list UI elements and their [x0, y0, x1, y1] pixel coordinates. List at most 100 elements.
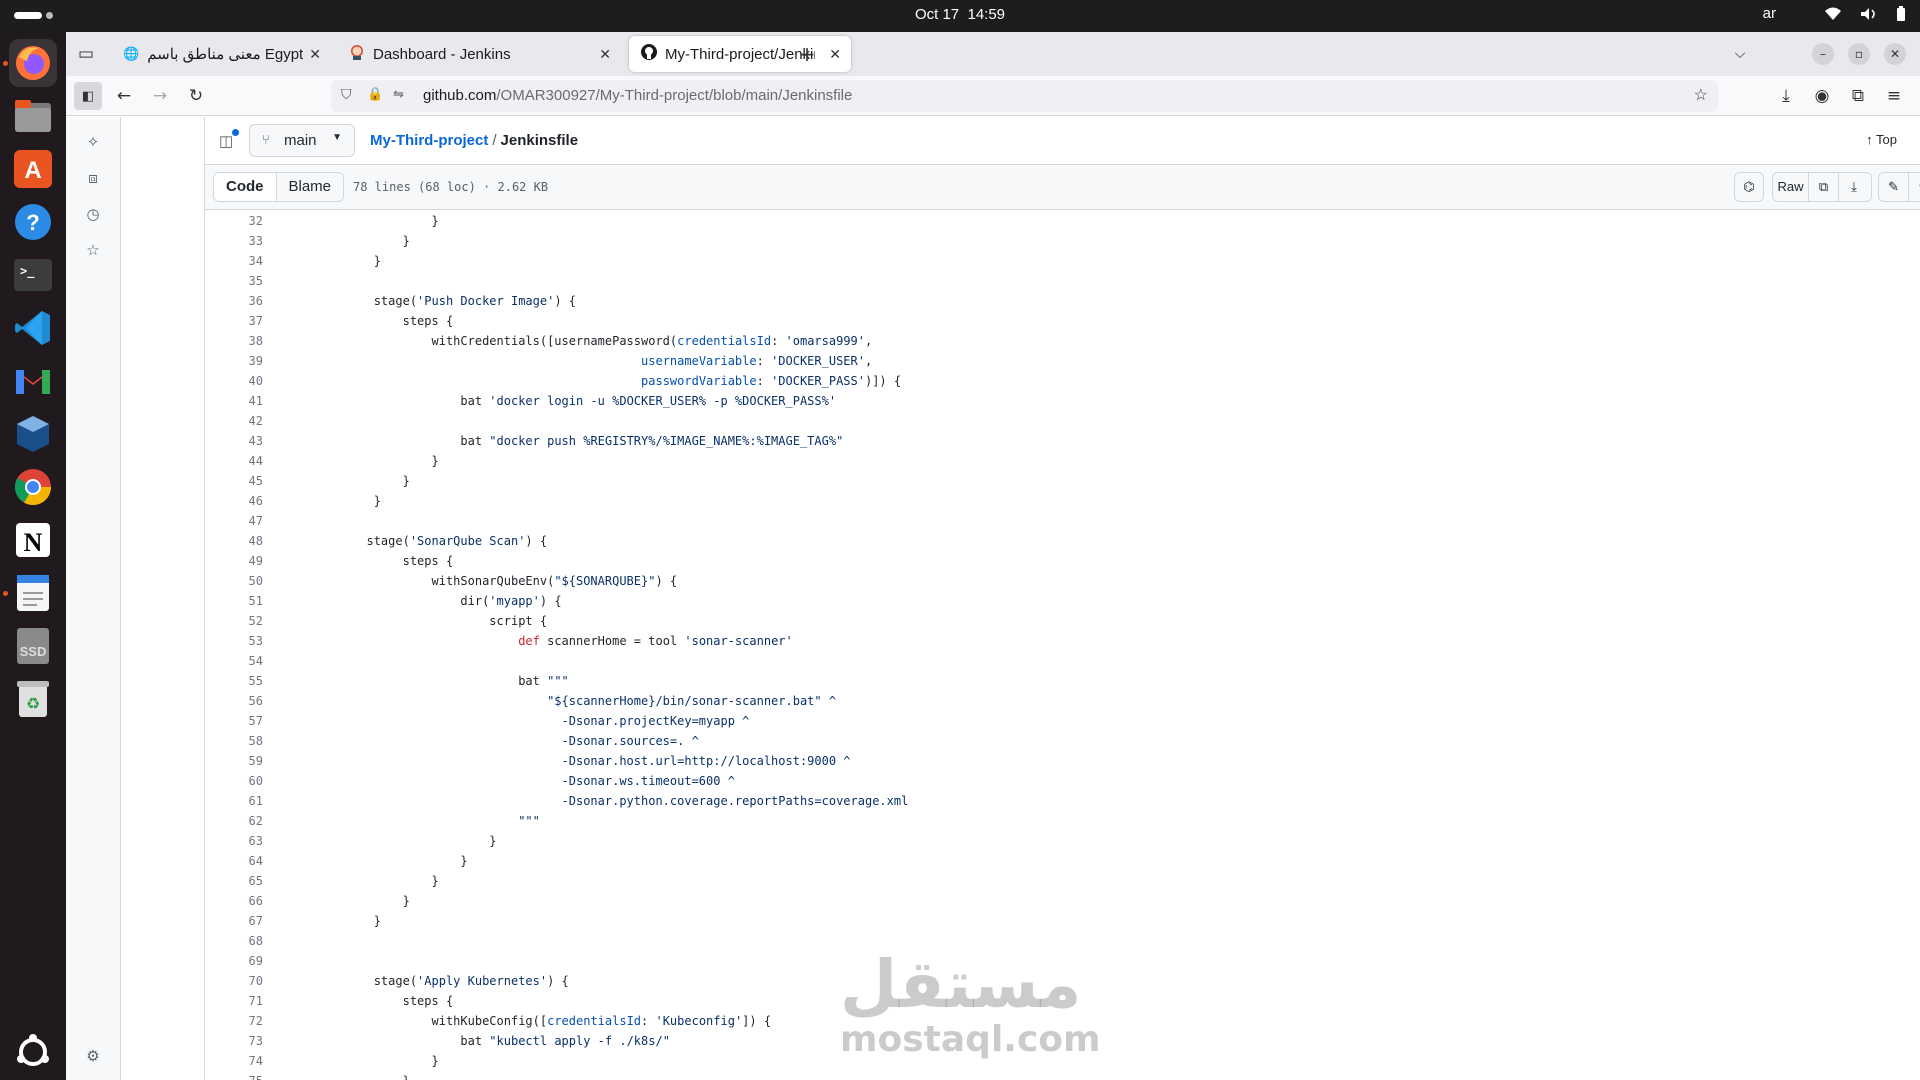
- line-number[interactable]: 36: [205, 291, 263, 311]
- dock-virtualbox-icon[interactable]: [9, 410, 57, 458]
- line-number[interactable]: 33: [205, 231, 263, 251]
- ai-chat-icon[interactable]: ✧: [82, 131, 104, 153]
- line-number[interactable]: 58: [205, 731, 263, 751]
- input-language[interactable]: ar: [1763, 5, 1776, 22]
- line-number[interactable]: 54: [205, 651, 263, 671]
- download-icon[interactable]: ⤓: [1839, 173, 1869, 201]
- clock[interactable]: Oct 17 14:59: [0, 6, 1920, 23]
- dock-terminal-icon[interactable]: >_: [9, 251, 57, 299]
- line-number[interactable]: 48: [205, 531, 263, 551]
- close-tab-icon[interactable]: ✕: [829, 46, 841, 63]
- line-number[interactable]: 35: [205, 271, 263, 291]
- maximize-button[interactable]: ▫: [1848, 43, 1870, 65]
- synced-tabs-icon[interactable]: ⧈: [82, 167, 104, 189]
- extensions-icon[interactable]: ⧉: [1844, 82, 1872, 110]
- dock-trash-icon[interactable]: ♻: [9, 675, 57, 723]
- dock-ssd-icon[interactable]: SSD: [9, 622, 57, 670]
- bookmarks-star-icon[interactable]: ☆: [82, 239, 104, 261]
- breadcrumb-repo-link[interactable]: My-Third-project: [370, 132, 488, 149]
- new-tab-button[interactable]: +: [793, 40, 821, 68]
- branch-selector[interactable]: ⑂ main ▼: [249, 124, 355, 157]
- dock-firefox-icon[interactable]: [9, 39, 57, 87]
- system-tray[interactable]: ar: [1763, 5, 1906, 22]
- list-tabs-chevron-down-icon[interactable]: ⌵: [1726, 40, 1754, 68]
- code-view[interactable]: 32 } 33 } 34 } 35 36 stage('Push Docker Imag…: [205, 211, 1920, 1080]
- close-window-button[interactable]: ✕: [1884, 43, 1906, 65]
- line-number[interactable]: 44: [205, 451, 263, 471]
- line-number[interactable]: 43: [205, 431, 263, 451]
- copy-icon[interactable]: ⧉: [1809, 173, 1839, 201]
- line-number[interactable]: 45: [205, 471, 263, 491]
- blame-tab[interactable]: Blame: [277, 173, 344, 201]
- edit-dropdown-caret-icon[interactable]: ▼: [1909, 173, 1920, 201]
- account-icon[interactable]: ◉: [1808, 82, 1836, 110]
- line-number[interactable]: 38: [205, 331, 263, 351]
- dock-files-icon[interactable]: [9, 92, 57, 140]
- expand-file-tree-icon[interactable]: ◫: [219, 132, 233, 150]
- line-number[interactable]: 75: [205, 1071, 263, 1080]
- dock-help-icon[interactable]: ?: [9, 198, 57, 246]
- sidebar-toggle-icon[interactable]: ◧: [74, 82, 102, 110]
- line-number[interactable]: 32: [205, 211, 263, 231]
- line-number[interactable]: 71: [205, 991, 263, 1011]
- line-number[interactable]: 72: [205, 1011, 263, 1031]
- line-number[interactable]: 63: [205, 831, 263, 851]
- line-number[interactable]: 55: [205, 671, 263, 691]
- dock-notion-icon[interactable]: N: [9, 516, 57, 564]
- line-number[interactable]: 70: [205, 971, 263, 991]
- tab-egypt[interactable]: 🌐 معنى مناطق باسم Egypt ✕: [111, 36, 331, 72]
- line-number[interactable]: 66: [205, 891, 263, 911]
- line-number[interactable]: 52: [205, 611, 263, 631]
- line-number[interactable]: 49: [205, 551, 263, 571]
- line-number[interactable]: 41: [205, 391, 263, 411]
- dock-gmail-icon[interactable]: [9, 357, 57, 405]
- edit-pencil-icon[interactable]: ✎: [1879, 173, 1909, 201]
- line-number[interactable]: 68: [205, 931, 263, 951]
- history-icon[interactable]: ◷: [82, 203, 104, 225]
- line-number[interactable]: 61: [205, 791, 263, 811]
- dock-chrome-icon[interactable]: [9, 463, 57, 511]
- close-tab-icon[interactable]: ✕: [309, 46, 321, 63]
- menu-icon[interactable]: ≡: [1880, 82, 1908, 110]
- line-number[interactable]: 40: [205, 371, 263, 391]
- copilot-icon[interactable]: ⌬: [1734, 172, 1764, 202]
- top-link[interactable]: ↑ Top: [1866, 132, 1897, 147]
- line-number[interactable]: 73: [205, 1031, 263, 1051]
- forward-arrow-icon[interactable]: →: [146, 82, 174, 110]
- dock-app-center-icon[interactable]: A: [9, 145, 57, 193]
- line-number[interactable]: 65: [205, 871, 263, 891]
- back-arrow-icon[interactable]: ←: [110, 82, 138, 110]
- shield-icon[interactable]: ⛉: [341, 86, 352, 103]
- line-number[interactable]: 51: [205, 591, 263, 611]
- bookmark-star-icon[interactable]: ☆: [1694, 85, 1708, 105]
- address-bar[interactable]: ⛉ 🔒 ⇋ github.com/OMAR300927/My-Third-pro…: [331, 80, 1718, 112]
- line-number[interactable]: 56: [205, 691, 263, 711]
- line-number[interactable]: 39: [205, 351, 263, 371]
- line-number[interactable]: 46: [205, 491, 263, 511]
- line-number[interactable]: 57: [205, 711, 263, 731]
- line-number[interactable]: 34: [205, 251, 263, 271]
- reload-icon[interactable]: ↻: [182, 82, 210, 110]
- code-tab[interactable]: Code: [214, 173, 277, 201]
- permissions-icon[interactable]: ⇋: [393, 86, 404, 102]
- line-number[interactable]: 59: [205, 751, 263, 771]
- firefox-view-icon[interactable]: ▭: [72, 40, 100, 68]
- dock-text-editor-icon[interactable]: [9, 569, 57, 617]
- line-number[interactable]: 47: [205, 511, 263, 531]
- line-number[interactable]: 42: [205, 411, 263, 431]
- close-tab-icon[interactable]: ✕: [599, 46, 611, 63]
- raw-button[interactable]: Raw: [1773, 173, 1809, 201]
- line-number[interactable]: 67: [205, 911, 263, 931]
- line-number[interactable]: 62: [205, 811, 263, 831]
- line-number[interactable]: 64: [205, 851, 263, 871]
- minimize-button[interactable]: –: [1812, 43, 1834, 65]
- lock-icon[interactable]: 🔒: [367, 86, 383, 102]
- downloads-icon[interactable]: ⤓: [1772, 82, 1800, 110]
- dock-vscode-icon[interactable]: [9, 304, 57, 352]
- line-number[interactable]: 53: [205, 631, 263, 651]
- line-number[interactable]: 37: [205, 311, 263, 331]
- sidebar-settings-gear-icon[interactable]: ⚙: [82, 1045, 104, 1067]
- line-number[interactable]: 74: [205, 1051, 263, 1071]
- dock-show-apps-icon[interactable]: [9, 1028, 57, 1076]
- tab-jenkins[interactable]: Dashboard - Jenkins ✕: [337, 36, 621, 72]
